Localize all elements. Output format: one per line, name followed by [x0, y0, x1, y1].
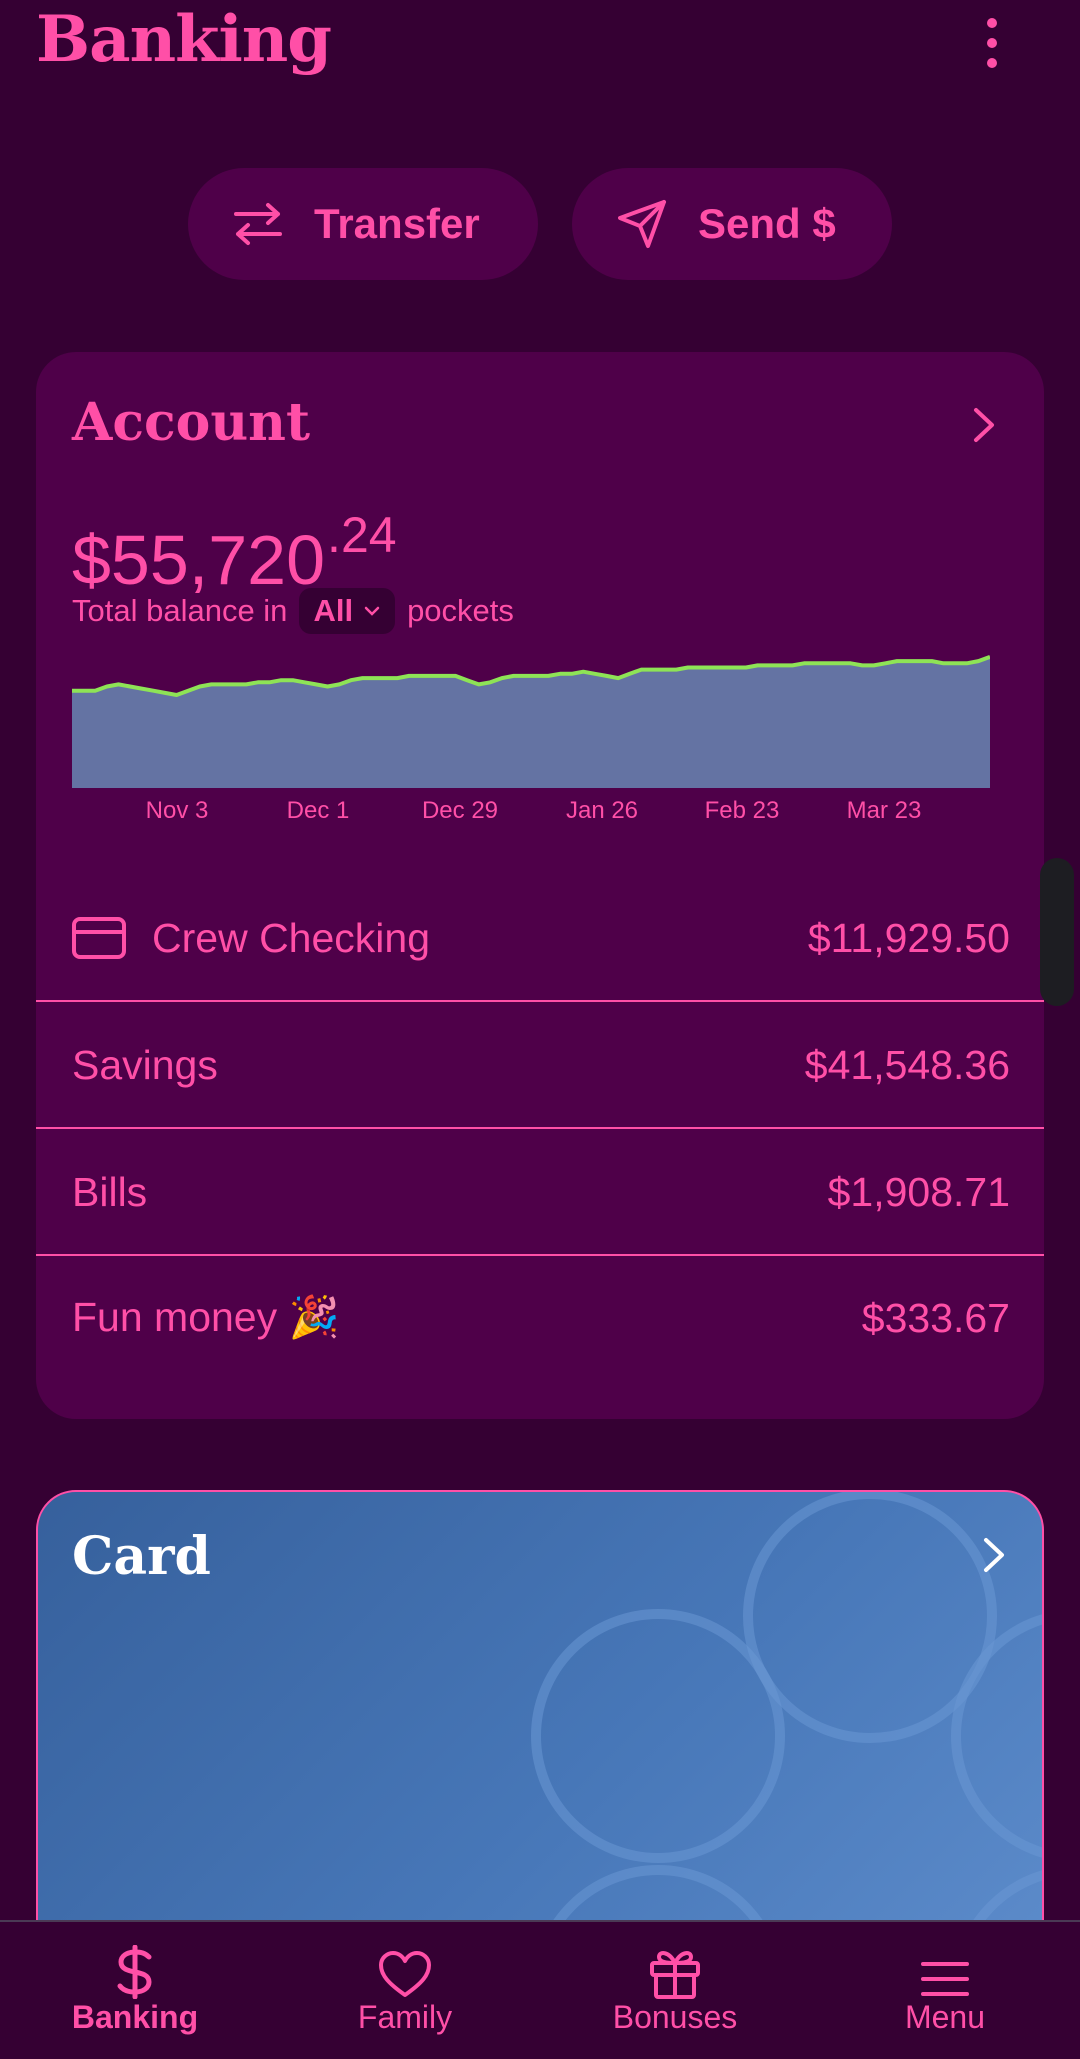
- account-row-bills[interactable]: Bills $1,908.71: [72, 1162, 1010, 1222]
- send-money-label: Send $: [698, 200, 836, 247]
- account-row-crew-checking[interactable]: Crew Checking $11,929.50: [72, 908, 1010, 968]
- gift-icon: [650, 1951, 700, 1999]
- chart-x-tick-label: Nov 3: [146, 797, 209, 824]
- pocket-filter-value: All: [313, 593, 354, 628]
- nav-label: Bonuses: [612, 1999, 738, 2035]
- card-title: Card: [72, 1526, 211, 1587]
- account-amount: $41,548.36: [804, 1041, 1010, 1088]
- transfer-label: Transfer: [314, 200, 480, 247]
- send-money-button[interactable]: Send $: [572, 168, 892, 280]
- dollar-icon: [117, 1945, 152, 1999]
- nav-item-banking[interactable]: Banking: [15, 1935, 255, 2036]
- heart-icon: [379, 1951, 431, 1997]
- row-divider: [36, 1254, 1044, 1256]
- hamburger-menu-icon: [921, 1962, 969, 1996]
- account-row-fun-money[interactable]: Fun money 🎉 $333.67: [72, 1288, 1010, 1348]
- more-vertical-icon[interactable]: [975, 18, 1009, 68]
- chevron-right-icon[interactable]: [964, 402, 1004, 448]
- account-amount: $11,929.50: [807, 914, 1010, 961]
- nav-label: Banking: [71, 1999, 199, 2035]
- account-name: Crew Checking: [152, 914, 430, 961]
- balance-subtitle-prefix: Total balance in: [72, 593, 288, 628]
- balance-chart: Nov 3 Dec 1 Dec 29 Jan 26 Feb 23 Mar 23: [72, 655, 990, 824]
- chart-x-tick-label: Mar 23: [847, 797, 922, 824]
- account-name: Bills: [72, 1168, 148, 1215]
- account-amount: $1,908.71: [827, 1168, 1010, 1215]
- account-amount: $333.67: [861, 1294, 1010, 1341]
- row-divider: [36, 1000, 1044, 1002]
- balance-subtitle: Total balance in All pockets: [72, 588, 514, 634]
- account-name: Fun money 🎉: [72, 1294, 340, 1340]
- chart-x-tick-label: Feb 23: [705, 797, 780, 824]
- nav-item-menu[interactable]: Menu: [825, 1935, 1065, 2036]
- nav-item-family[interactable]: Family: [285, 1935, 525, 2036]
- account-title: Account: [72, 392, 310, 453]
- row-divider: [36, 1127, 1044, 1129]
- chevron-down-icon: [364, 606, 380, 616]
- chart-x-tick-label: Jan 26: [566, 797, 638, 824]
- paper-plane-icon: [618, 200, 666, 248]
- nav-item-bonuses[interactable]: Bonuses: [555, 1935, 795, 2036]
- pocket-filter-dropdown[interactable]: All: [299, 588, 396, 634]
- transfer-arrows-icon: [234, 203, 282, 245]
- account-row-savings[interactable]: Savings $41,548.36: [72, 1035, 1010, 1095]
- balance-subtitle-suffix: pockets: [407, 593, 514, 628]
- balance-cents: .24: [327, 507, 397, 563]
- page-title: Banking: [36, 2, 332, 77]
- account-name: Savings: [72, 1041, 218, 1088]
- scrollbar-thumb[interactable]: [1040, 858, 1074, 1006]
- chart-x-tick-label: Dec 29: [422, 797, 498, 824]
- nav-label: Family: [357, 1999, 453, 2035]
- transfer-button[interactable]: Transfer: [188, 168, 538, 280]
- chevron-right-icon[interactable]: [976, 1532, 1010, 1578]
- credit-card-icon: [72, 917, 126, 959]
- chart-x-tick-label: Dec 1: [287, 797, 350, 824]
- nav-label: Menu: [904, 1999, 986, 2035]
